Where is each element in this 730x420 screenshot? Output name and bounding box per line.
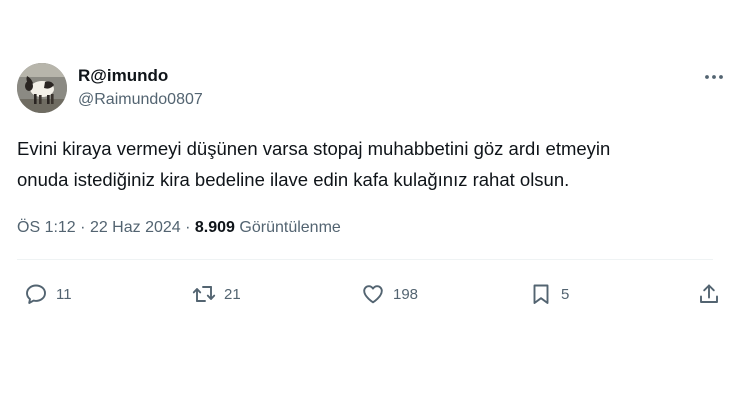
more-options-button[interactable] bbox=[703, 67, 725, 87]
meta-separator: · bbox=[185, 219, 191, 236]
tweet-text: Evini kiraya vermeyi düşünen varsa stopa… bbox=[17, 133, 717, 195]
tweet-time[interactable]: ÖS 1:12 bbox=[17, 219, 76, 236]
tweet-text-line: Evini kiraya vermeyi düşünen varsa stopa… bbox=[17, 138, 611, 159]
reply-count: 11 bbox=[56, 285, 72, 303]
repost-arrows-icon bbox=[192, 286, 216, 302]
more-dots-icon bbox=[705, 75, 723, 79]
author-handle[interactable]: @Raimundo0807 bbox=[78, 91, 203, 109]
tweet-text-line: onuda istediğiniz kira bedeline ilave ed… bbox=[17, 169, 570, 190]
repost-count: 21 bbox=[224, 285, 241, 303]
divider bbox=[17, 259, 713, 260]
share-upload-icon bbox=[700, 284, 718, 303]
heart-icon bbox=[363, 285, 383, 304]
action-bar: 11 21 198 5 bbox=[0, 277, 730, 311]
bookmark-icon bbox=[533, 284, 549, 304]
tweet-date[interactable]: 22 Haz 2024 bbox=[90, 219, 181, 236]
tweet-meta: ÖS 1:12 · 22 Haz 2024 · 8.909 Görüntülen… bbox=[17, 219, 341, 237]
like-count: 198 bbox=[393, 285, 419, 303]
bookmark-count: 5 bbox=[561, 285, 570, 303]
like-button[interactable]: 198 bbox=[361, 277, 418, 311]
views-count: 8.909 bbox=[194, 219, 235, 236]
avatar[interactable] bbox=[17, 63, 67, 113]
views-label: Görüntülenme bbox=[239, 219, 341, 236]
goat-photo-icon bbox=[17, 63, 67, 113]
share-button[interactable] bbox=[697, 277, 721, 311]
meta-separator: · bbox=[80, 219, 86, 236]
repost-button[interactable]: 21 bbox=[192, 277, 241, 311]
tweet-card: R@imundo @Raimundo0807 Evini kiraya verm… bbox=[0, 0, 730, 420]
bookmark-button[interactable]: 5 bbox=[529, 277, 569, 311]
reply-bubble-icon bbox=[26, 284, 46, 304]
reply-button[interactable]: 11 bbox=[24, 277, 72, 311]
author-display-name[interactable]: R@imundo bbox=[78, 66, 168, 86]
